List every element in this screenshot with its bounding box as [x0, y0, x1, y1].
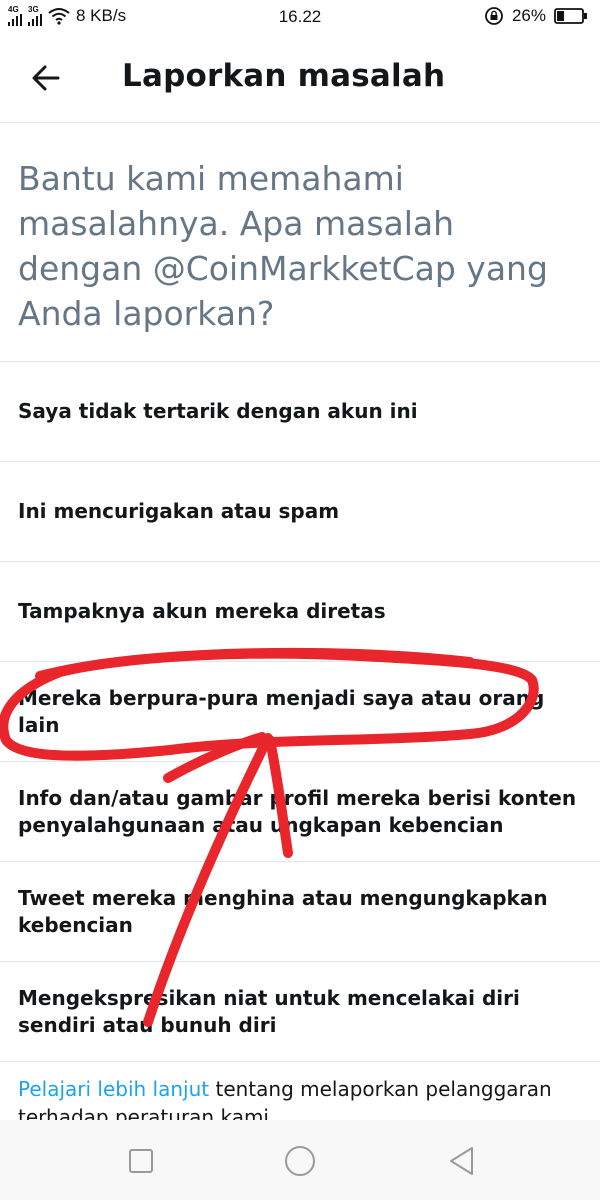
learn-more-link[interactable]: Pelajari lebih lanjut [18, 1077, 209, 1101]
status-bar-right: 26% [484, 6, 588, 26]
report-option-hateful-tweets[interactable]: Tweet mereka menghina atau mengungkapkan… [0, 862, 600, 962]
battery-icon [554, 8, 587, 24]
report-option-label: Ini mencurigakan atau spam [18, 499, 340, 523]
report-option-label: Mengekspresikan niat untuk mencelakai di… [18, 985, 520, 1037]
report-option-label: Tweet mereka menghina atau mengungkapkan… [18, 885, 548, 937]
battery-percent: 26% [511, 6, 546, 25]
report-option-self-harm[interactable]: Mengekspresikan niat untuk mencelakai di… [0, 962, 600, 1062]
report-option-label: Mereka berpura-pura menjadi saya atau or… [18, 685, 545, 737]
arrow-left-icon[interactable] [28, 60, 64, 96]
rotation-lock-icon [485, 7, 503, 25]
report-option-not-interested[interactable]: Saya tidak tertarik dengan akun ini [0, 362, 600, 462]
report-option-label: Info dan/atau gambar profil mereka beris… [18, 785, 577, 837]
report-option-abusive-profile[interactable]: Info dan/atau gambar profil mereka beris… [0, 762, 600, 862]
triangle-back-icon[interactable] [444, 1144, 478, 1178]
circle-icon[interactable] [283, 1144, 317, 1178]
report-option-hacked[interactable]: Tampaknya akun mereka diretas [0, 562, 600, 662]
status-bar: 4G 3G 8 KB/s 16.22 26% [0, 0, 600, 34]
square-icon[interactable] [124, 1144, 158, 1178]
page-title: Laporkan masalah [122, 58, 446, 94]
report-option-impersonation[interactable]: Mereka berpura-pura menjadi saya atau or… [0, 662, 600, 762]
learn-more-text: Pelajari lebih lanjut tentang melaporkan… [18, 1075, 588, 1120]
report-question: Bantu kami memahami masalahnya. Apa masa… [18, 159, 548, 333]
report-option-spam[interactable]: Ini mencurigakan atau spam [0, 462, 600, 562]
report-option-label: Tampaknya akun mereka diretas [18, 599, 386, 623]
report-option-label: Saya tidak tertarik dengan akun ini [18, 399, 418, 423]
system-nav-bar [0, 1120, 600, 1200]
app-header: Laporkan masalah [0, 34, 600, 123]
